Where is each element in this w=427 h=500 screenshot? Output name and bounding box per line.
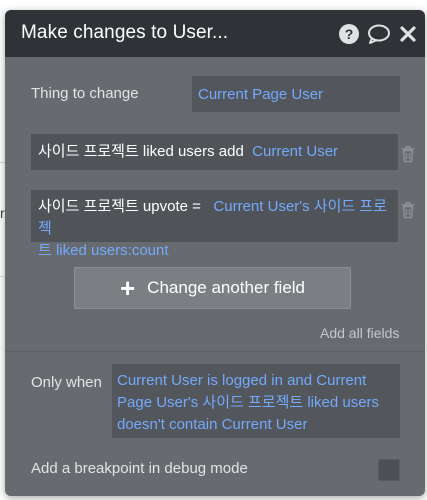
action-dialog: Make changes to User... ? Thing to chang… bbox=[5, 10, 425, 496]
close-icon[interactable] bbox=[399, 23, 417, 45]
dialog-title: Make changes to User... bbox=[21, 22, 229, 43]
field-name: 사이드 프로젝트 liked users add bbox=[38, 143, 244, 160]
field-value-continued[interactable]: 트 liked users:count bbox=[38, 240, 391, 262]
comment-icon[interactable] bbox=[367, 23, 391, 45]
delete-field-icon[interactable] bbox=[400, 201, 416, 219]
field-row[interactable]: 사이드 프로젝트 liked users add Current User bbox=[31, 134, 398, 170]
condition-line: Current User is logged in and Current bbox=[117, 372, 367, 389]
thing-to-change-input[interactable]: Current Page User bbox=[192, 76, 400, 112]
section-divider bbox=[5, 351, 425, 352]
dialog-header: Make changes to User... ? bbox=[5, 10, 425, 57]
add-all-fields-link[interactable]: Add all fields bbox=[320, 325, 399, 341]
plus-icon: + bbox=[119, 273, 136, 303]
thing-to-change-label: Thing to change bbox=[31, 85, 139, 102]
delete-field-icon[interactable] bbox=[400, 145, 416, 163]
svg-text:?: ? bbox=[345, 26, 354, 42]
condition-line: Page User's 사이드 프로젝트 liked users bbox=[117, 394, 380, 411]
field-row[interactable]: 사이드 프로젝트 upvote = Current User's 사이드 프로젝… bbox=[31, 190, 398, 259]
help-icon[interactable]: ? bbox=[338, 23, 360, 45]
field-value[interactable]: Current User bbox=[252, 143, 338, 160]
change-another-field-button[interactable]: + Change another field bbox=[74, 267, 351, 309]
only-when-label: Only when bbox=[31, 374, 102, 391]
thing-to-change-value: Current Page User bbox=[198, 86, 324, 103]
breakpoint-label: Add a breakpoint in debug mode bbox=[31, 460, 248, 477]
breakpoint-checkbox[interactable] bbox=[378, 459, 400, 481]
only-when-condition-input[interactable]: Current User is logged in and Current Pa… bbox=[112, 364, 400, 438]
background-text-fragment: r bbox=[0, 205, 5, 221]
field-name: 사이드 프로젝트 upvote = bbox=[38, 198, 201, 215]
condition-line: doesn't contain Current User bbox=[117, 416, 308, 433]
change-another-field-label: Change another field bbox=[147, 278, 306, 297]
